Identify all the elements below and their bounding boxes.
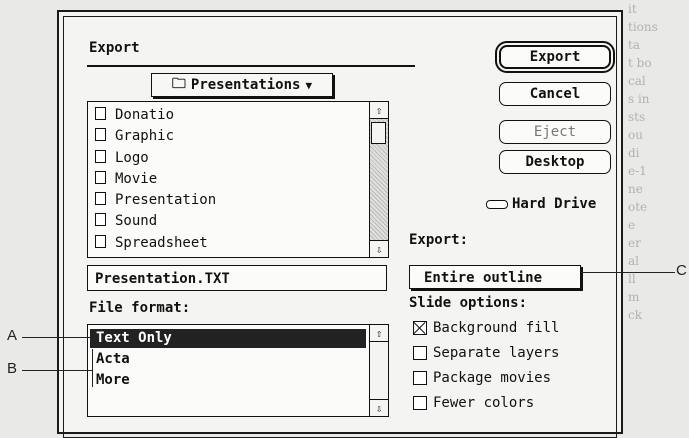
file-item[interactable]: Logo [95, 148, 216, 169]
file-format-label: File format: [89, 300, 191, 316]
format-item-text-only[interactable]: Text Only [90, 329, 366, 348]
title-divider [87, 65, 415, 67]
file-list-scrollbar[interactable]: ⇧ ⇩ [369, 102, 388, 257]
document-icon [95, 149, 106, 163]
file-item[interactable]: Sound [95, 211, 216, 232]
format-item-acta[interactable]: Acta [90, 350, 366, 369]
file-item[interactable]: Spreadsheet [95, 233, 216, 254]
dialog-title: Export [89, 40, 140, 56]
callout-b: B [7, 360, 18, 377]
scroll-up-arrow-icon[interactable]: ⇧ [370, 102, 388, 119]
folder-icon: 🗀 [171, 76, 186, 92]
scroll-thumb[interactable] [371, 122, 386, 144]
scroll-down-arrow-icon[interactable]: ⇩ [370, 240, 388, 257]
document-icon [95, 128, 106, 142]
export-dialog: Export 🗀 Presentations ▼ Donatio Graphic… [57, 10, 623, 438]
background-page-text: it tions ta t bo cal s in sts ou di e-1 ne ote e… [628, 2, 658, 322]
scroll-up-arrow-icon[interactable]: ⇧ [370, 325, 388, 342]
desktop-button[interactable]: Desktop [499, 150, 611, 174]
folder-popup[interactable]: 🗀 Presentations ▼ [151, 73, 333, 97]
file-item[interactable]: Movie [95, 169, 216, 190]
scroll-down-arrow-icon[interactable]: ⇩ [370, 399, 388, 416]
document-icon [95, 170, 106, 184]
format-item-more[interactable]: More [90, 371, 366, 390]
checkbox-icon[interactable] [413, 396, 427, 410]
drive-indicator: Hard Drive [486, 196, 596, 212]
callout-b-bracket [92, 349, 93, 387]
checkbox-background-fill[interactable]: Background fill [413, 320, 559, 336]
slide-options-label: Slide options: [409, 295, 528, 311]
format-list-scrollbar[interactable]: ⇧ ⇩ [369, 325, 388, 416]
filename-field[interactable]: Presentation.TXT [87, 265, 387, 291]
checkbox-icon[interactable] [413, 371, 427, 385]
file-item[interactable]: Donatio [95, 105, 216, 126]
checkbox-package-movies[interactable]: Package movies [413, 370, 551, 386]
checkbox-icon[interactable] [413, 346, 427, 360]
export-label: Export: [409, 232, 469, 248]
cancel-button[interactable]: Cancel [499, 82, 611, 106]
file-item[interactable]: Presentation [95, 190, 216, 211]
folder-popup-label: Presentations [190, 77, 301, 93]
document-icon [95, 213, 106, 227]
hard-drive-icon [486, 199, 508, 209]
checkbox-fewer-colors[interactable]: Fewer colors [413, 395, 534, 411]
export-scope-popup[interactable]: Entire outline [409, 265, 581, 289]
file-list[interactable]: Donatio Graphic Logo Movie Presentation … [87, 101, 389, 258]
file-format-list[interactable]: Text Only Acta More ⇧ ⇩ [87, 324, 389, 417]
document-icon [95, 234, 106, 248]
drive-label: Hard Drive [512, 196, 597, 212]
checkbox-checked-icon[interactable] [413, 321, 427, 335]
dropdown-arrow-icon: ▼ [305, 78, 313, 92]
file-item[interactable]: Graphic [95, 126, 216, 147]
callout-c: C [676, 262, 687, 279]
callout-a-line [22, 337, 92, 338]
export-button[interactable]: Export [495, 41, 615, 73]
callout-a: A [7, 327, 18, 344]
callout-b-line [22, 370, 92, 371]
document-icon [95, 192, 106, 206]
eject-button[interactable]: Eject [499, 120, 611, 144]
checkbox-separate-layers[interactable]: Separate layers [413, 345, 559, 361]
document-icon [95, 107, 106, 120]
callout-c-line [581, 272, 675, 273]
